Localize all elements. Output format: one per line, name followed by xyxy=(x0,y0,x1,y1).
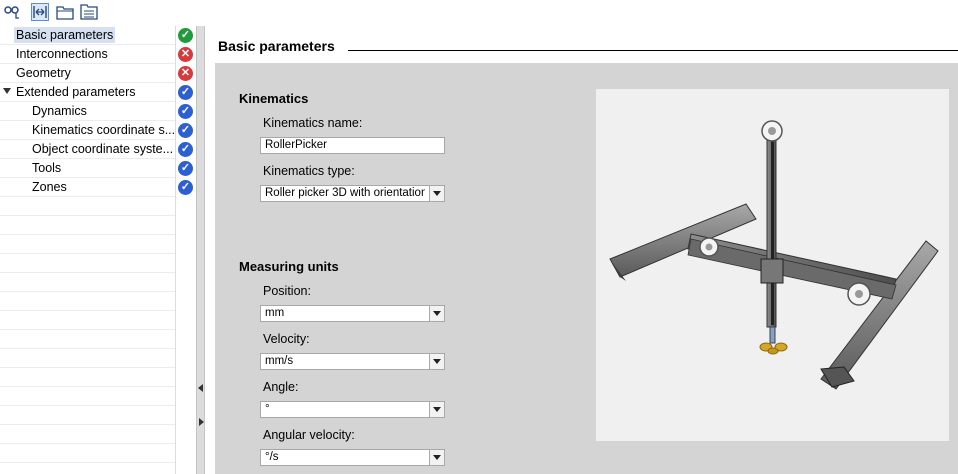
tree-empty-row xyxy=(0,197,176,216)
panel-splitter[interactable] xyxy=(196,26,205,474)
chevron-down-icon[interactable] xyxy=(429,354,444,369)
tree-item-label: Zones xyxy=(32,180,67,194)
kinematics-type-label: Kinematics type: xyxy=(263,164,355,178)
tree-empty-row xyxy=(0,444,176,463)
kinematics-name-label: Kinematics name: xyxy=(263,116,363,130)
tree-item-kinematics-coordinate-system[interactable]: Kinematics coordinate s... xyxy=(0,121,176,140)
chevron-down-icon[interactable] xyxy=(429,186,444,201)
tree-item-interconnections[interactable]: Interconnections xyxy=(0,45,176,64)
toolbar xyxy=(0,0,210,26)
position-unit-value: mm xyxy=(265,307,285,319)
position-unit-select[interactable]: mm xyxy=(260,305,445,322)
tree-item-label: Basic parameters xyxy=(14,27,116,43)
chevron-down-icon[interactable] xyxy=(429,306,444,321)
velocity-label: Velocity: xyxy=(263,332,310,346)
fit-width-icon[interactable] xyxy=(31,3,49,21)
main-panel: Basic parameters Kinematics Kinematics n… xyxy=(205,26,958,474)
section-header: Basic parameters xyxy=(205,26,958,63)
tree-empty-row xyxy=(0,235,176,254)
expand-right-icon[interactable] xyxy=(199,418,204,426)
angular-velocity-unit-value: °/s xyxy=(265,451,279,463)
tree-empty-row xyxy=(0,387,176,406)
velocity-unit-value: mm/s xyxy=(265,355,294,367)
error-x-icon: ✕ xyxy=(178,47,193,62)
tree-item-object-coordinate-system[interactable]: Object coordinate syste... xyxy=(0,140,176,159)
section-divider xyxy=(348,50,958,51)
check-ok-icon: ✓ xyxy=(178,28,193,43)
kinematics-preview-image xyxy=(596,89,949,441)
angle-unit-select[interactable]: ° xyxy=(260,401,445,418)
tree-item-label: Tools xyxy=(32,161,62,175)
tree-empty-row xyxy=(0,406,176,425)
check-info-icon: ✓ xyxy=(178,104,193,119)
check-info-icon: ✓ xyxy=(178,161,193,176)
angular-velocity-unit-select[interactable]: °/s xyxy=(260,449,445,466)
chevron-down-icon[interactable] xyxy=(429,450,444,465)
kinematics-group-title: Kinematics xyxy=(239,91,309,106)
tree-empty-row xyxy=(0,273,176,292)
angle-unit-value: ° xyxy=(265,403,270,415)
folder-icon[interactable] xyxy=(56,3,74,21)
tree-item-basic-parameters[interactable]: Basic parameters xyxy=(0,26,176,45)
section-title: Basic parameters xyxy=(218,38,335,54)
kinematics-type-select[interactable]: Roller picker 3D with orientation xyxy=(260,185,445,202)
navigation-tree: Basic parameters Interconnections Geomet… xyxy=(0,26,196,474)
tree-empty-row xyxy=(0,292,176,311)
position-label: Position: xyxy=(263,284,311,298)
tree-item-label: Dynamics xyxy=(32,104,87,118)
error-x-icon: ✕ xyxy=(178,66,193,81)
tree-empty-row xyxy=(0,311,176,330)
tree-item-label: Object coordinate syste... xyxy=(32,142,174,156)
tree-item-label: Geometry xyxy=(16,66,71,80)
tree-empty-row xyxy=(0,425,176,444)
parameters-panel: Kinematics Kinematics name: RollerPicker… xyxy=(215,63,958,474)
folder-list-icon[interactable] xyxy=(80,3,98,21)
tree-item-label: Extended parameters xyxy=(16,85,136,99)
measuring-units-group-title: Measuring units xyxy=(239,259,339,274)
tree-item-label: Kinematics coordinate s... xyxy=(32,123,174,137)
expand-arrow-icon[interactable] xyxy=(3,88,11,94)
check-info-icon: ✓ xyxy=(178,180,193,195)
check-info-icon: ✓ xyxy=(178,123,193,138)
tree-empty-row xyxy=(0,254,176,273)
tree-item-dynamics[interactable]: Dynamics xyxy=(0,102,176,121)
check-info-icon: ✓ xyxy=(178,142,193,157)
velocity-unit-select[interactable]: mm/s xyxy=(260,353,445,370)
kinematics-type-value: Roller picker 3D with orientation xyxy=(265,187,425,199)
angular-velocity-label: Angular velocity: xyxy=(263,428,355,442)
angle-label: Angle: xyxy=(263,380,299,394)
tree-item-extended-parameters[interactable]: Extended parameters xyxy=(0,83,176,102)
status-column: ✓ ✕ ✕ ✓ ✓ ✓ ✓ ✓ ✓ xyxy=(175,26,196,474)
binoculars-icon[interactable] xyxy=(3,3,21,21)
tree-item-label: Interconnections xyxy=(16,47,108,61)
tree-empty-row xyxy=(0,349,176,368)
chevron-down-icon[interactable] xyxy=(429,402,444,417)
tree-item-geometry[interactable]: Geometry xyxy=(0,64,176,83)
collapse-left-icon[interactable] xyxy=(198,384,203,392)
tree-empty-row xyxy=(0,216,176,235)
kinematics-name-input[interactable]: RollerPicker xyxy=(260,137,445,154)
check-info-icon: ✓ xyxy=(178,85,193,100)
tree-empty-row xyxy=(0,368,176,387)
tree-item-tools[interactable]: Tools xyxy=(0,159,176,178)
tree-empty-row xyxy=(0,330,176,349)
tree-item-zones[interactable]: Zones xyxy=(0,178,176,197)
